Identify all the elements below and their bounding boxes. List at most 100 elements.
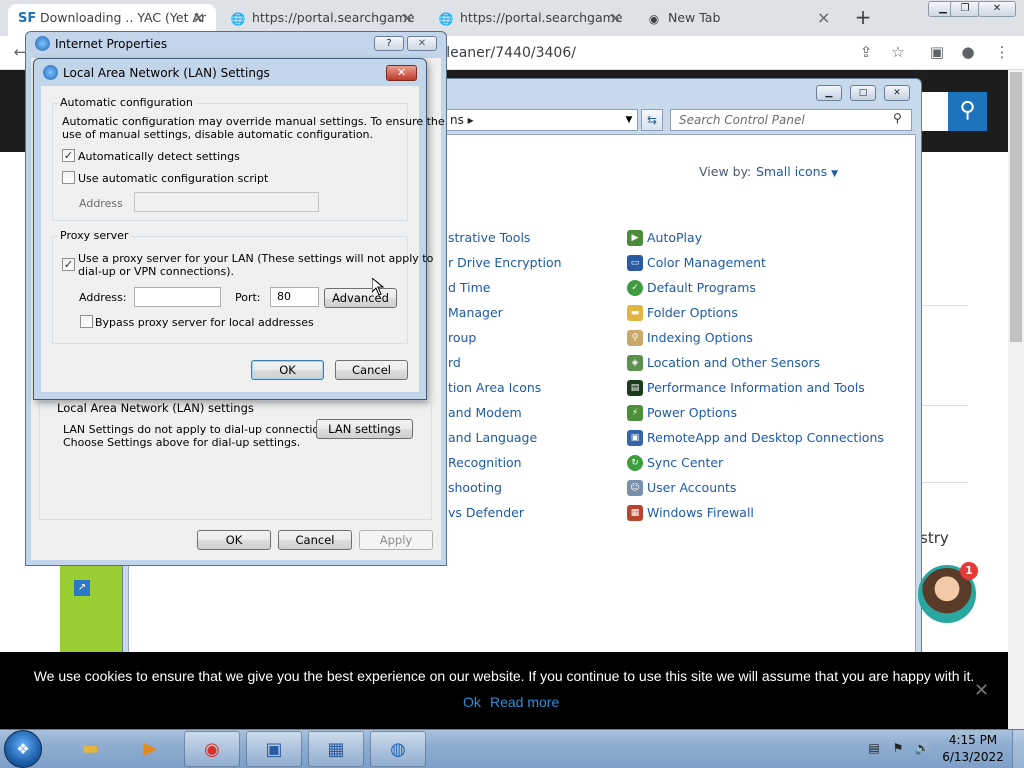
cp-item-speech-recognition[interactable]: Recognition xyxy=(448,455,522,470)
cp-item-administrative-tools[interactable]: strative Tools xyxy=(448,230,530,245)
tab-portal-searchgames-2[interactable]: 🌐 https://portal.searchgames × xyxy=(428,4,633,36)
browser-restore-button[interactable]: ❐ xyxy=(950,1,980,17)
checkbox-label[interactable]: dial-up or VPN connections). xyxy=(78,265,234,278)
cp-item-troubleshooting[interactable]: shooting xyxy=(448,480,502,495)
cookie-ok-link[interactable]: Ok xyxy=(463,694,481,710)
port-input[interactable]: 80 xyxy=(270,287,319,307)
cp-search-input[interactable]: Search Control Panel xyxy=(670,109,912,131)
cp-maximize-button[interactable]: □ xyxy=(850,85,876,101)
tab-new-tab[interactable]: ◉ New Tab × xyxy=(636,4,841,36)
close-icon[interactable]: × xyxy=(817,4,833,32)
view-by-dropdown[interactable]: Small icons ▼ xyxy=(756,164,838,179)
close-icon[interactable]: ✕ xyxy=(974,680,989,701)
checkbox-label[interactable]: Automatically detect settings xyxy=(78,150,240,163)
close-icon[interactable]: × xyxy=(609,4,625,32)
advanced-button[interactable]: Advanced xyxy=(324,288,397,308)
internet-properties-taskbar-button[interactable]: ◍ xyxy=(370,731,426,767)
checkbox-label[interactable]: Bypass proxy server for local addresses xyxy=(95,316,314,329)
show-desktop-button[interactable] xyxy=(1012,730,1024,768)
cp-item-keyboard[interactable]: rd xyxy=(448,355,461,370)
bypass-local-checkbox[interactable] xyxy=(80,315,93,328)
cp-item-default-programs[interactable]: ✓ Default Programs xyxy=(627,280,756,296)
port-label: Port: xyxy=(235,291,261,304)
cp-item-location-sensors[interactable]: ◈ Location and Other Sensors xyxy=(627,355,820,371)
lan-info-text: Choose Settings above for dial-up settin… xyxy=(63,436,301,449)
view-by-label: View by: xyxy=(699,164,752,179)
flag-tray-icon[interactable]: ⚑ xyxy=(890,740,906,756)
close-button[interactable]: ✕ xyxy=(407,36,437,51)
checkbox-label[interactable]: Use a proxy server for your LAN (These s… xyxy=(78,252,433,265)
tab-label: Downloading .. YAC (Yet An xyxy=(40,10,206,25)
search-icon[interactable]: ⚲ xyxy=(893,111,909,127)
cp-item-homegroup[interactable]: roup xyxy=(448,330,476,345)
ok-button[interactable]: OK xyxy=(251,360,324,380)
cp-item-windows-defender[interactable]: vs Defender xyxy=(448,505,524,520)
auto-script-checkbox[interactable] xyxy=(62,171,75,184)
proxy-address-input[interactable] xyxy=(134,287,221,307)
tab-label: https://portal.searchgames xyxy=(252,10,415,25)
explorer-taskbar-button[interactable]: ▬ xyxy=(62,731,118,767)
lan-settings-button[interactable]: LAN settings xyxy=(316,419,413,439)
side-panel-icon[interactable]: ▣ xyxy=(927,42,947,62)
users-icon: ☺ xyxy=(627,480,643,496)
cp-item-user-accounts[interactable]: ☺ User Accounts xyxy=(627,480,736,496)
media-player-taskbar-button[interactable]: ▶ xyxy=(122,731,178,767)
script-address-input[interactable] xyxy=(134,192,319,212)
close-icon[interactable]: × xyxy=(192,4,208,32)
cp-item-color-management[interactable]: ▭ Color Management xyxy=(627,255,766,271)
cp-item-performance[interactable]: ▤ Performance Information and Tools xyxy=(627,380,865,396)
share-icon[interactable]: ↗ xyxy=(74,580,90,596)
close-icon[interactable]: × xyxy=(401,4,417,32)
cp-item-notification-area-icons[interactable]: tion Area Icons xyxy=(448,380,541,395)
cp-item-indexing-options[interactable]: ⚲ Indexing Options xyxy=(627,330,753,346)
chevron-down-icon[interactable]: ▼ xyxy=(620,109,638,131)
volume-tray-icon[interactable]: 🔊 xyxy=(914,740,930,756)
new-tab-button[interactable]: + xyxy=(852,6,874,28)
cp-item-phone-modem[interactable]: and Modem xyxy=(448,405,522,420)
cp-item-region-language[interactable]: and Language xyxy=(448,430,537,445)
checkbox-label[interactable]: Use automatic configuration script xyxy=(78,172,268,185)
menu-dots-icon[interactable]: ⋮ xyxy=(992,42,1012,62)
address-bar[interactable]: er-cleaner/7440/3406/ xyxy=(420,40,850,66)
use-proxy-checkbox[interactable]: ✓ xyxy=(62,258,75,271)
ok-button[interactable]: OK xyxy=(197,530,271,550)
help-button[interactable]: ? xyxy=(374,36,404,51)
cancel-button[interactable]: Cancel xyxy=(335,360,408,380)
site-divider xyxy=(920,305,968,306)
profile-icon[interactable]: ● xyxy=(958,42,978,62)
site-divider xyxy=(920,405,968,406)
network-taskbar-button[interactable]: ▣ xyxy=(246,731,302,767)
cp-item-date-time[interactable]: d Time xyxy=(448,280,491,295)
globe-icon: 🌐 xyxy=(438,12,454,26)
browser-close-button[interactable]: ✕ xyxy=(978,1,1016,17)
apply-button[interactable]: Apply xyxy=(359,530,433,550)
cookie-read-more-link[interactable]: Read more xyxy=(490,694,559,710)
site-search-button[interactable]: ⚲ xyxy=(948,92,987,131)
cancel-button[interactable]: Cancel xyxy=(278,530,352,550)
cp-item-power-options[interactable]: ⚡ Power Options xyxy=(627,405,737,421)
clock-date[interactable]: 6/13/2022 xyxy=(942,750,1004,764)
cp-item-device-manager[interactable]: Manager xyxy=(448,305,503,320)
site-text-fragment: stry xyxy=(920,529,949,547)
cp-item-autoplay[interactable]: ▶ AutoPlay xyxy=(627,230,702,246)
cp-item-folder-options[interactable]: ▬ Folder Options xyxy=(627,305,738,321)
control-panel-taskbar-button[interactable]: ▦ xyxy=(308,731,364,767)
cookie-banner xyxy=(0,652,1008,730)
bookmark-star-icon[interactable]: ☆ xyxy=(888,42,908,62)
clock-time[interactable]: 4:15 PM xyxy=(948,733,998,747)
auto-detect-checkbox[interactable]: ✓ xyxy=(62,149,75,162)
refresh-icon[interactable]: ⇆ xyxy=(641,109,663,131)
cp-item-sync-center[interactable]: ↻ Sync Center xyxy=(627,455,723,471)
chrome-taskbar-button[interactable]: ◉ xyxy=(184,731,240,767)
cp-close-button[interactable]: ✕ xyxy=(884,85,910,101)
cp-item-windows-firewall[interactable]: ▦ Windows Firewall xyxy=(627,505,754,521)
address-label: Address xyxy=(79,197,123,210)
cp-minimize-button[interactable]: ▁ xyxy=(816,85,842,101)
cp-item-remoteapp[interactable]: ▣ RemoteApp and Desktop Connections xyxy=(627,430,884,446)
page-scrollbar-thumb[interactable] xyxy=(1010,72,1022,342)
cp-item-bitlocker[interactable]: r Drive Encryption xyxy=(448,255,562,270)
share-icon[interactable]: ⇪ xyxy=(856,42,876,62)
close-button[interactable]: ✕ xyxy=(386,65,417,81)
network-tray-icon[interactable]: ▤ xyxy=(866,740,882,756)
cp-breadcrumb[interactable]: ns ▸ xyxy=(450,113,474,127)
